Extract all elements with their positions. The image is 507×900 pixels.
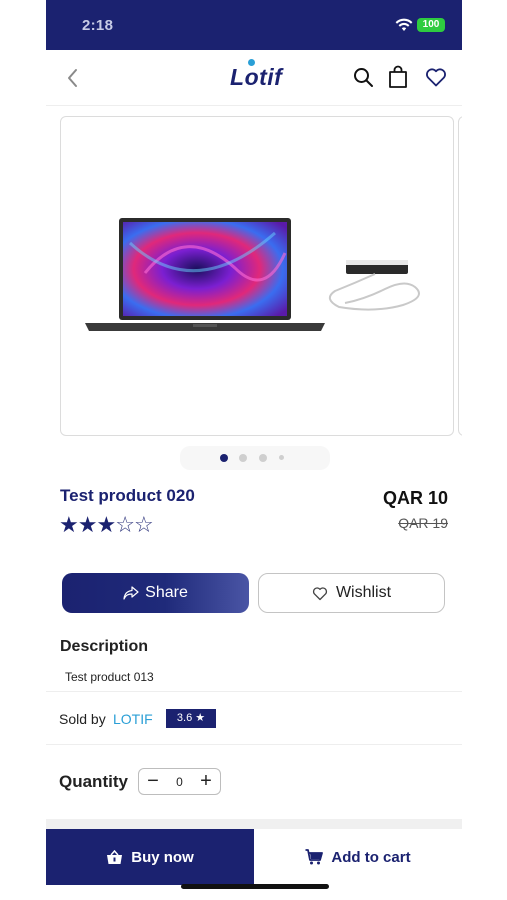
add-to-cart-label: Add to cart (331, 848, 411, 866)
sold-by-label: Sold by (59, 711, 106, 727)
seller-name-link[interactable]: LOTIF (113, 711, 153, 727)
pagination-dot[interactable] (259, 454, 267, 462)
app-header: Lotif (46, 50, 462, 106)
product-detail-screen: 2:18 100 Lotif Test product 020 QAR 10 Q… (46, 0, 462, 900)
star-filled-icon: ★ (77, 512, 98, 537)
product-old-price: QAR 19 (398, 515, 448, 531)
basket-icon (107, 849, 123, 864)
product-price: QAR 10 (382, 488, 448, 508)
share-label: Share (145, 584, 188, 601)
add-to-cart-button[interactable]: Add to cart (254, 829, 462, 885)
status-time: 2:18 (82, 17, 114, 34)
rating-stars: ★★★☆☆ (59, 512, 154, 538)
pagination-dot-active[interactable] (220, 454, 228, 462)
quantity-stepper: − 0 + (138, 768, 221, 795)
cart-icon (305, 849, 324, 865)
home-indicator (181, 884, 329, 889)
divider (46, 744, 462, 745)
description-heading: Description (60, 638, 149, 655)
heart-outline-icon (312, 586, 328, 600)
star-filled-icon: ★ (59, 512, 79, 537)
back-arrow-icon[interactable] (64, 67, 82, 89)
search-icon[interactable] (351, 65, 375, 89)
star-empty-icon: ☆ (133, 512, 154, 537)
buy-now-button[interactable]: Buy now (46, 829, 254, 885)
heart-icon[interactable] (424, 65, 448, 89)
battery-indicator: 100 (417, 18, 445, 32)
quantity-label: Quantity (59, 772, 128, 791)
pagination-dot[interactable] (239, 454, 247, 462)
star-empty-icon: ☆ (115, 512, 135, 537)
star-filled-icon: ★ (96, 512, 116, 537)
buy-now-label: Buy now (131, 848, 194, 866)
share-icon (123, 586, 139, 600)
wishlist-label: Wishlist (335, 584, 392, 601)
status-bar: 2:18 100 (46, 0, 462, 50)
divider (46, 691, 462, 692)
description-text: Test product 013 (65, 670, 154, 684)
carousel-pagination (180, 446, 330, 470)
pagination-dot[interactable] (279, 455, 284, 460)
share-button[interactable]: Share (62, 573, 249, 613)
next-image-card[interactable] (458, 116, 462, 436)
wifi-icon (395, 18, 413, 31)
shopping-bag-icon[interactable] (386, 65, 410, 89)
seller-rating-badge: 3.6 ★ (166, 709, 216, 728)
lotif-logo: Lotif (230, 64, 283, 90)
product-image-carousel[interactable] (60, 116, 454, 436)
wishlist-button[interactable]: Wishlist (258, 573, 445, 613)
quantity-increase-button[interactable]: + (195, 771, 217, 793)
product-image-laptop (85, 218, 420, 331)
product-title: Test product 020 (60, 486, 195, 505)
